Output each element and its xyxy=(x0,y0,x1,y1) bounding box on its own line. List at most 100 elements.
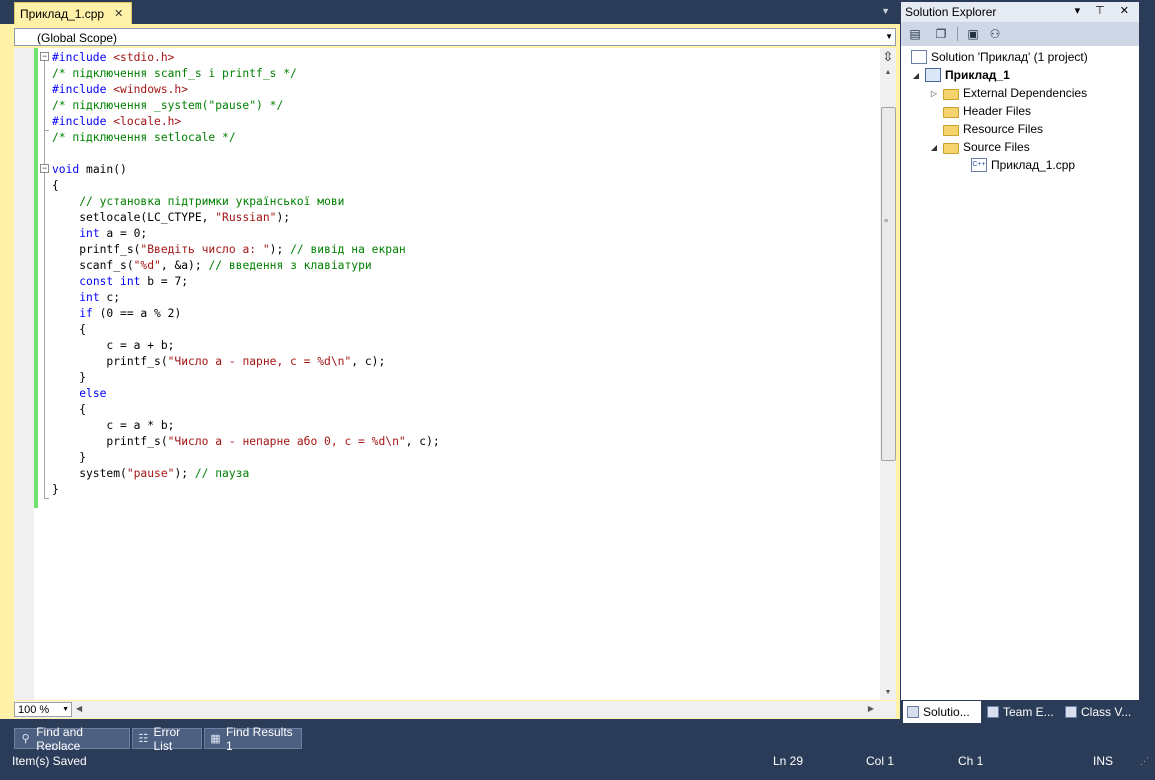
properties-icon[interactable]: ▤ xyxy=(907,26,923,42)
chevron-down-icon[interactable]: ▼ xyxy=(885,32,893,41)
open-folder-icon xyxy=(943,142,959,154)
vertical-scrollbar[interactable]: ⇳ ▲ ≡ ▼ xyxy=(880,48,896,700)
code-line: // установка підтримки української мови xyxy=(52,194,440,210)
chevron-down-icon[interactable]: ▼ xyxy=(62,706,69,713)
document-tab-prykład-1-cpp[interactable]: Приклад_1.cpp ✕ xyxy=(14,2,133,24)
refresh-icon[interactable]: ▣ xyxy=(965,26,981,42)
code-token: int xyxy=(120,275,141,288)
scroll-left-icon[interactable]: ◀ xyxy=(76,704,82,713)
tree-node-source-file[interactable]: C++ Приклад_1.cpp xyxy=(971,156,1075,174)
code-line: printf_s("Введіть число а: "); // вивід … xyxy=(52,242,440,258)
document-tab-label: Приклад_1.cpp xyxy=(20,6,105,21)
status-column: Col 1 xyxy=(866,754,895,768)
collapse-icon[interactable]: − xyxy=(40,164,49,173)
scope-dropdown[interactable]: (Global Scope) ▼ xyxy=(14,28,896,46)
code-token: "Russian" xyxy=(215,211,277,224)
outline-guide-line xyxy=(44,58,45,498)
collapsed-arrow-icon[interactable]: ▷ xyxy=(929,89,939,98)
scroll-down-icon[interactable]: ▼ xyxy=(880,686,896,700)
tree-node-solution[interactable]: Solution 'Приклад' (1 project) xyxy=(911,48,1088,66)
tab-team-explorer[interactable]: Team E... xyxy=(983,701,1059,723)
code-line: const int b = 7; xyxy=(52,274,440,290)
tree-node-header-files[interactable]: Header Files xyxy=(943,102,1031,120)
code-token: } xyxy=(52,371,87,384)
code-token: int xyxy=(79,227,100,240)
code-token: printf_s( xyxy=(52,435,168,448)
expanded-arrow-icon[interactable]: ◢ xyxy=(929,143,939,152)
solution-explorer-titlebar: Solution Explorer ▾ ⊤ ✕ xyxy=(901,2,1139,22)
solution-explorer-panel: Solution Explorer ▾ ⊤ ✕ ▤ ❐ ▣ ⚇ Solution… xyxy=(901,0,1139,724)
zoom-dropdown[interactable]: 100 % ▼ xyxy=(14,702,72,717)
tab-label: Error List xyxy=(153,724,181,753)
code-line: #include <stdio.h> xyxy=(52,50,440,66)
code-token: system( xyxy=(52,467,127,480)
toolbar-divider xyxy=(957,27,958,41)
code-line: int a = 0; xyxy=(52,226,440,242)
scrollbar-thumb[interactable] xyxy=(881,107,896,461)
code-line: if (0 == a % 2) xyxy=(52,306,440,322)
tree-node-source-files[interactable]: ◢ Source Files xyxy=(929,138,1030,156)
code-token: "pause" xyxy=(126,467,175,480)
source-code: #include <stdio.h>/* підключення scanf_s… xyxy=(52,50,440,498)
tab-dropdown-icon[interactable]: ▼ xyxy=(881,6,890,16)
tab-find-and-replace[interactable]: ⚲ Find and Replace xyxy=(14,725,130,753)
zoom-value: 100 % xyxy=(18,704,50,716)
code-line: else xyxy=(52,386,440,402)
code-token: scanf_s( xyxy=(52,259,134,272)
tab-solution-explorer[interactable]: Solutio... xyxy=(903,701,981,723)
code-line: c = a + b; xyxy=(52,338,440,354)
tab-class-view[interactable]: Class V... xyxy=(1061,701,1139,723)
tab-error-list[interactable]: ☷ Error List xyxy=(132,725,202,753)
show-all-files-icon[interactable]: ❐ xyxy=(933,26,949,42)
scroll-right-icon[interactable]: ▶ xyxy=(868,704,874,713)
tree-node-project[interactable]: ◢ Приклад_1 xyxy=(911,66,1010,84)
code-token: "Введіть число а: " xyxy=(140,243,270,256)
panel-window-buttons[interactable]: ▾ ⊤ ✕ xyxy=(1075,4,1135,17)
class-diagram-icon[interactable]: ⚇ xyxy=(987,26,1003,42)
scroll-up-icon[interactable]: ▲ xyxy=(880,66,896,80)
window-bottom-border xyxy=(0,772,1155,780)
code-token: c = a * b; xyxy=(52,419,175,432)
code-text-area[interactable]: − − #include <stdio.h>/* підключення sca… xyxy=(14,48,896,700)
code-token: "Число а - парне, с = %d\n" xyxy=(167,355,352,368)
solution-explorer-toolbar: ▤ ❐ ▣ ⚇ xyxy=(901,22,1139,46)
scroll-grip-icon: ≡ xyxy=(884,218,889,225)
expanded-arrow-icon[interactable]: ◢ xyxy=(911,71,921,80)
panel-title: Solution Explorer xyxy=(905,5,997,19)
collapse-icon[interactable]: − xyxy=(40,52,49,61)
scope-dropdown-value: (Global Scope) xyxy=(37,31,118,45)
code-token: void xyxy=(52,163,80,176)
zoom-and-horizontal-scroll-bar: 100 % ▼ ◀ ▶ xyxy=(14,701,896,718)
tree-node-label: Приклад_1 xyxy=(945,68,1010,82)
close-icon[interactable]: ✕ xyxy=(114,7,123,20)
binoculars-icon: ⚲ xyxy=(21,732,30,745)
status-bar: Item(s) Saved Ln 29 Col 1 Ch 1 INS ⋰ xyxy=(0,750,1155,772)
code-token: int xyxy=(79,291,100,304)
tree-node-external-dependencies[interactable]: ▷ External Dependencies xyxy=(929,84,1087,102)
indicator-margin xyxy=(14,48,34,700)
code-token: (0 == a % 2) xyxy=(92,307,182,320)
code-line: /* підключення scanf_s і printf_s */ xyxy=(52,66,440,82)
solution-icon xyxy=(911,50,927,64)
code-token: , c); xyxy=(405,435,440,448)
code-token: { xyxy=(52,323,87,336)
code-token: else xyxy=(79,387,107,400)
code-token: /* підключення _system("pause") */ xyxy=(52,99,284,112)
tree-node-resource-files[interactable]: Resource Files xyxy=(943,120,1043,138)
solution-explorer-icon xyxy=(907,706,919,718)
resize-grip-icon[interactable]: ⋰ xyxy=(1140,756,1149,767)
code-token: ); xyxy=(174,467,195,480)
split-window-icon[interactable]: ⇳ xyxy=(881,50,895,64)
code-token: { xyxy=(52,179,59,192)
status-insert-mode: INS xyxy=(1093,754,1114,768)
window-right-border xyxy=(1139,0,1155,780)
solution-tree: Solution 'Приклад' (1 project) ◢ Приклад… xyxy=(901,46,1139,700)
code-token: <windows.h> xyxy=(113,83,189,96)
error-list-icon: ☷ xyxy=(138,732,149,745)
solution-explorer-tab-strip: Solutio... Team E... Class V... xyxy=(901,700,1139,724)
tab-find-results[interactable]: ▦ Find Results 1 xyxy=(204,725,302,753)
